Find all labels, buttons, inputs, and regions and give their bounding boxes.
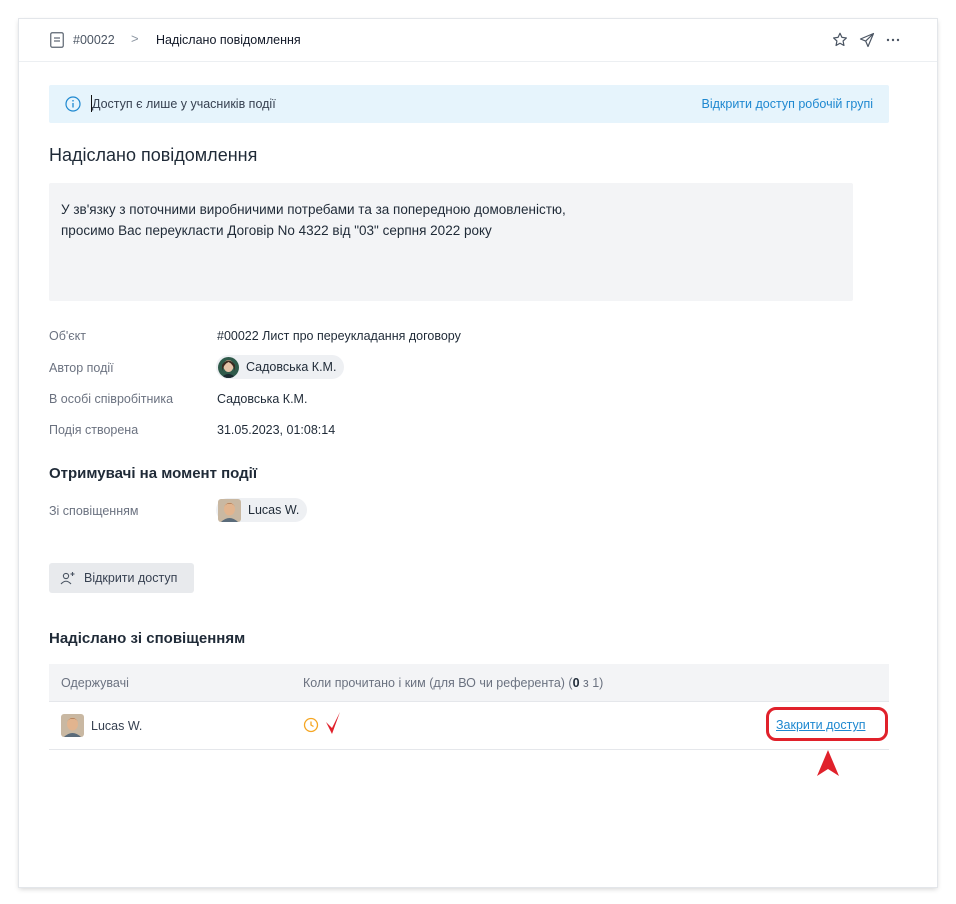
panel-header: #00022 > Надіслано повідомлення: [19, 19, 937, 62]
recipient-name: Lucas W.: [248, 503, 300, 517]
chevron-right-icon: >: [131, 31, 139, 46]
clock-icon: [303, 717, 319, 733]
close-access-link[interactable]: Закрити доступ: [776, 718, 865, 732]
notified-label: Зі сповіщенням: [49, 504, 139, 518]
created-label: Подія створена: [49, 423, 139, 437]
open-access-label: Відкрити доступ: [84, 571, 178, 585]
send-icon[interactable]: [857, 30, 877, 50]
document-icon: [50, 32, 64, 48]
access-info-banner: Доступ є лише у учасників події Відкрити…: [49, 85, 889, 123]
table-row: Lucas W. Закрити доступ: [49, 702, 889, 750]
star-icon[interactable]: [830, 30, 850, 50]
breadcrumb-title: Надіслано повідомлення: [156, 33, 301, 47]
author-label: Автор події: [49, 361, 114, 375]
object-value[interactable]: #00022 Лист про переукладання договору: [217, 329, 461, 343]
check-icon: [326, 712, 340, 734]
column-read-status: Коли прочитано і ким (для ВО чи референт…: [303, 676, 603, 690]
table-header: Одержувачі Коли прочитано і ким (для ВО …: [49, 664, 889, 702]
pointer-arrow-icon: [817, 750, 839, 776]
recipient-chip[interactable]: Lucas W.: [216, 498, 308, 522]
add-user-icon: [60, 572, 75, 585]
message-line: просимо Вас переукласти Договір No 4322 …: [61, 223, 492, 238]
banner-text: Доступ є лише у учасників події: [92, 97, 276, 111]
object-label: Об'єкт: [49, 329, 86, 343]
avatar: [218, 498, 241, 522]
info-icon: [65, 96, 81, 112]
avatar: [61, 714, 84, 737]
open-access-button[interactable]: Відкрити доступ: [49, 563, 194, 593]
author-chip[interactable]: Садовська К.М.: [216, 355, 345, 379]
recipients-table: Одержувачі Коли прочитано і ким (для ВО …: [49, 664, 889, 750]
column-recipients: Одержувачі: [61, 676, 129, 690]
column-read-suffix: з 1): [579, 676, 604, 690]
more-icon[interactable]: [883, 30, 903, 50]
author-name: Садовська К.М.: [246, 360, 337, 374]
breadcrumb-doc-id[interactable]: #00022: [73, 33, 115, 47]
message-line: У зв'язку з поточними виробничими потреб…: [61, 202, 566, 217]
sent-section-title: Надіслано зі сповіщенням: [49, 630, 246, 647]
message-body: У зв'язку з поточними виробничими потреб…: [49, 183, 853, 301]
event-title: Надіслано повідомлення: [49, 145, 258, 165]
avatar: [218, 356, 239, 378]
read-count: 0: [572, 676, 580, 690]
column-read-prefix: Коли прочитано і ким (для ВО чи референт…: [303, 676, 573, 690]
row-user[interactable]: Lucas W.: [61, 714, 142, 737]
event-panel: #00022 > Надіслано повідомлення Доступ є…: [19, 19, 937, 887]
recipients-title: Отримувачі на момент події: [49, 465, 258, 482]
row-user-name: Lucas W.: [91, 718, 143, 733]
employee-value: Садовська К.М.: [217, 392, 308, 406]
open-access-workgroup-link[interactable]: Відкрити доступ робочій групі: [702, 97, 874, 111]
employee-label: В особі співробітника: [49, 392, 174, 406]
created-value: 31.05.2023, 01:08:14: [217, 423, 336, 437]
